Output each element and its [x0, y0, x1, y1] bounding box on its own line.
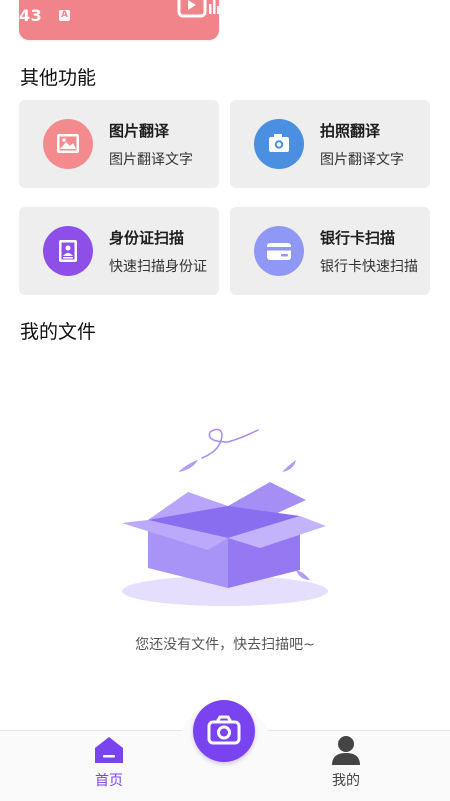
- my-files-title: 我的文件: [20, 321, 97, 343]
- card-title: 身份证扫描: [109, 229, 185, 247]
- camera-icon: [207, 715, 241, 745]
- scan-video-icon: [177, 0, 220, 18]
- bank-card-icon: [254, 226, 304, 276]
- camera-scan-button[interactable]: [193, 700, 255, 762]
- tab-mine-label: 我的: [332, 773, 360, 789]
- card-photo-translate[interactable]: 拍照翻译 图片翻译文字: [230, 100, 430, 188]
- camera-icon: [254, 119, 304, 169]
- id-card-icon: [43, 226, 93, 276]
- notification-badge: A: [59, 10, 70, 21]
- user-icon: [332, 736, 360, 765]
- other-functions-title: 其他功能: [20, 67, 97, 89]
- card-bank-card-scan[interactable]: 银行卡扫描 银行卡快速扫描: [230, 207, 430, 295]
- card-title: 拍照翻译: [320, 122, 381, 140]
- tab-home-label: 首页: [95, 773, 123, 789]
- top-banner[interactable]: 43 A: [19, 0, 220, 40]
- home-icon: [95, 737, 123, 763]
- card-title: 图片翻译: [109, 122, 170, 140]
- card-subtitle: 图片翻译文字: [320, 152, 404, 168]
- card-id-scan[interactable]: 身份证扫描 快速扫描身份证: [19, 207, 219, 295]
- card-image-translate[interactable]: 图片翻译 图片翻译文字: [19, 100, 219, 188]
- empty-message: 您还没有文件，快去扫描吧~: [135, 637, 315, 653]
- card-title: 银行卡扫描: [320, 229, 396, 247]
- image-icon: [43, 119, 93, 169]
- status-time: 43: [19, 6, 43, 25]
- tab-home[interactable]: 首页: [64, 735, 154, 795]
- card-subtitle: 图片翻译文字: [109, 152, 193, 168]
- card-subtitle: 快速扫描身份证: [109, 259, 207, 275]
- empty-box-illustration: [122, 428, 328, 606]
- tab-mine[interactable]: 我的: [301, 735, 391, 795]
- card-subtitle: 银行卡快速扫描: [320, 259, 418, 275]
